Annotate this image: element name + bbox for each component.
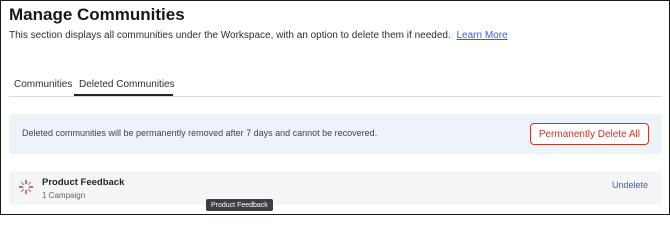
description-text: This section displays all communities un… <box>9 30 451 41</box>
deletion-notice: Deleted communities will be permanently … <box>9 114 662 154</box>
undelete-link[interactable]: Undelete <box>612 180 648 190</box>
learn-more-link[interactable]: Learn More <box>457 30 508 41</box>
tab-communities[interactable]: Communities <box>14 79 72 90</box>
tab-bar: Communities Deleted Communities <box>9 72 662 97</box>
notice-text: Deleted communities will be permanently … <box>22 128 378 138</box>
page-description: This section displays all communities un… <box>9 30 508 41</box>
list-item: Product Feedback 1 Campaign Undelete <box>9 171 662 205</box>
community-name: Product Feedback <box>42 177 125 188</box>
tooltip-text: Product Feedback <box>211 201 268 209</box>
community-campaign-count: 1 Campaign <box>42 191 86 200</box>
tooltip: Product Feedback <box>206 199 273 211</box>
permanently-delete-all-button[interactable]: Permanently Delete All <box>529 123 649 145</box>
active-tab-indicator <box>74 94 173 96</box>
loading-spinner-icon <box>18 179 34 195</box>
page-title: Manage Communities <box>9 5 185 24</box>
tab-deleted-communities[interactable]: Deleted Communities <box>79 79 175 90</box>
